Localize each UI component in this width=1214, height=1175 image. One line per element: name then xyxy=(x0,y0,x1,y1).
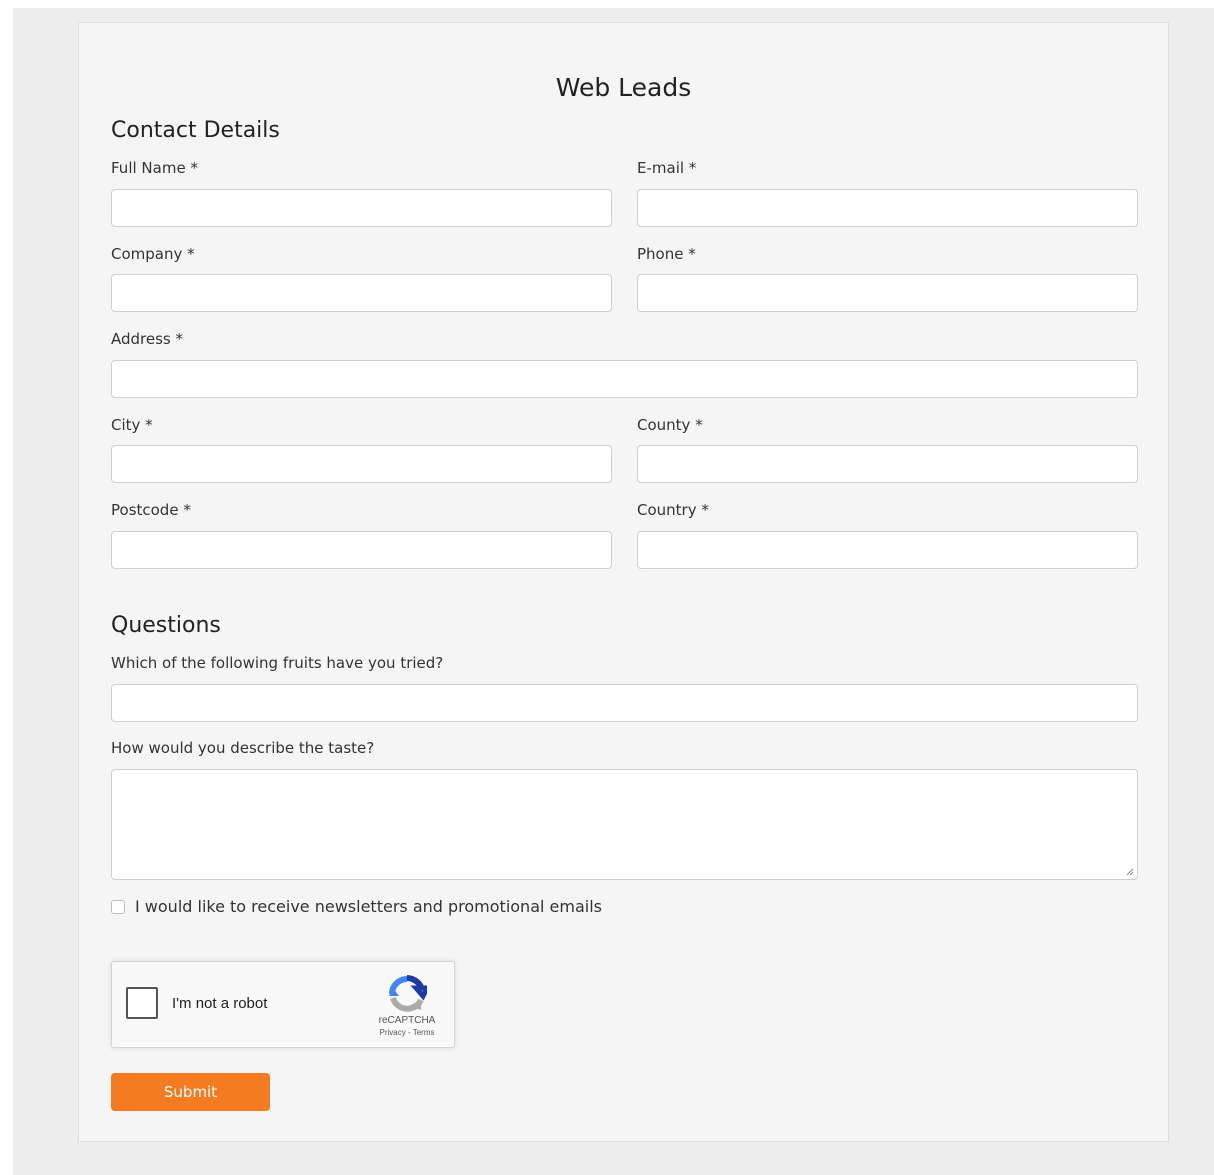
recaptcha-link-separator: - xyxy=(405,1028,413,1037)
resize-grip-icon[interactable] xyxy=(1126,868,1134,876)
company-input[interactable] xyxy=(111,274,612,312)
questions-heading: Questions xyxy=(111,613,221,638)
recaptcha-brand: reCAPTCHA xyxy=(378,1015,436,1026)
web-leads-form: Web Leads Contact Details Full Name * E-… xyxy=(78,22,1169,1142)
phone-label: Phone * xyxy=(637,245,696,263)
address-input[interactable] xyxy=(111,360,1138,398)
newsletter-label[interactable]: I would like to receive newsletters and … xyxy=(135,899,602,915)
recaptcha-checkbox[interactable] xyxy=(126,987,158,1019)
contact-details-heading: Contact Details xyxy=(111,118,280,143)
city-input[interactable] xyxy=(111,445,612,483)
postcode-label: Postcode * xyxy=(111,501,191,519)
email-label: E-mail * xyxy=(637,159,697,177)
address-label: Address * xyxy=(111,330,184,348)
recaptcha-terms-link[interactable]: Terms xyxy=(413,1028,435,1037)
phone-input[interactable] xyxy=(637,274,1138,312)
county-input[interactable] xyxy=(637,445,1138,483)
submit-button[interactable]: Submit xyxy=(111,1073,270,1111)
postcode-input[interactable] xyxy=(111,531,612,569)
email-input[interactable] xyxy=(637,189,1138,227)
city-label: City * xyxy=(111,416,153,434)
recaptcha-widget: I'm not a robot reCAPTCHA Privacy - Term… xyxy=(111,961,455,1048)
country-input[interactable] xyxy=(637,531,1138,569)
county-label: County * xyxy=(637,416,703,434)
newsletter-checkbox[interactable] xyxy=(111,900,125,914)
fruits-question-label: Which of the following fruits have you t… xyxy=(111,654,444,672)
recaptcha-label: I'm not a robot xyxy=(172,995,268,1012)
recaptcha-links: Privacy - Terms xyxy=(362,1029,452,1037)
country-label: Country * xyxy=(637,501,709,519)
recaptcha-logo-icon xyxy=(389,975,427,1012)
company-label: Company * xyxy=(111,245,195,263)
recaptcha-privacy-link[interactable]: Privacy xyxy=(380,1028,406,1037)
taste-question-label: How would you describe the taste? xyxy=(111,739,375,757)
fruits-input[interactable] xyxy=(111,684,1138,722)
taste-textarea[interactable] xyxy=(111,769,1138,880)
form-title: Web Leads xyxy=(555,73,692,102)
full-name-label: Full Name * xyxy=(111,159,198,177)
full-name-input[interactable] xyxy=(111,189,612,227)
